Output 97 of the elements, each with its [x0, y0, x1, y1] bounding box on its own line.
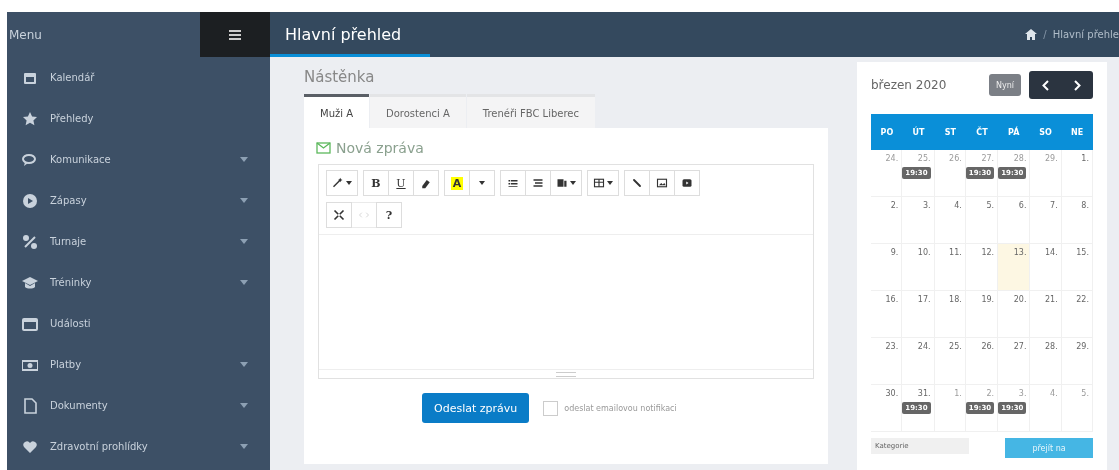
calendar-day[interactable]: 14. — [1030, 244, 1062, 291]
menu-item-icon — [22, 151, 38, 168]
toolbar-button[interactable] — [649, 170, 675, 196]
sidebar-item[interactable]: Tréninky — [7, 262, 270, 303]
notify-label: odeslat emailovou notifikaci — [564, 403, 677, 413]
sidebar-item[interactable]: Kalendář — [7, 57, 270, 98]
team-tab[interactable]: Muži A — [304, 94, 369, 128]
chevron-right-icon — [1073, 79, 1081, 91]
toolbar-button[interactable] — [550, 170, 582, 196]
ul-icon — [507, 177, 519, 189]
send-button[interactable]: Odeslat zprávu — [422, 393, 530, 423]
calendar-day[interactable]: 10. — [902, 244, 935, 291]
sidebar-item[interactable]: Platby — [7, 344, 270, 385]
weekday-label: PO — [879, 127, 895, 137]
sidebar-item[interactable]: Zdravotní prohlídky — [7, 426, 270, 467]
toolbar-button[interactable]: A — [444, 170, 470, 196]
table-icon — [593, 177, 605, 189]
team-tab[interactable]: Trenéři FBC Liberec — [466, 94, 595, 128]
calendar-day[interactable]: 8. — [1061, 197, 1093, 244]
calendar-day[interactable]: 16. — [871, 291, 903, 338]
calendar-day[interactable]: 25. — [934, 338, 966, 385]
menu-item-icon — [22, 192, 38, 209]
menu-item-icon — [22, 397, 38, 414]
calendar-day[interactable]: 29. — [1061, 338, 1093, 385]
sidebar-item[interactable]: Přehledy — [7, 98, 270, 139]
calendar-day[interactable]: 18. — [934, 291, 966, 338]
sidebar-item[interactable]: Události — [7, 303, 270, 344]
toolbar-button[interactable] — [587, 170, 619, 196]
sidebar-item[interactable]: Komunikace — [7, 139, 270, 180]
magic-icon — [332, 177, 344, 189]
weekday-label: ÚT — [911, 127, 926, 137]
calendar-day[interactable]: 5. — [965, 197, 999, 244]
fullscreen-icon — [333, 209, 345, 221]
calendar-day[interactable]: 9. — [871, 244, 903, 291]
weekday-label: SO — [1038, 127, 1053, 137]
toolbar-button[interactable]: B — [363, 170, 389, 196]
calendar-day[interactable]: 20. — [998, 291, 1031, 338]
weekday-label: ST — [943, 127, 957, 137]
breadcrumb-link[interactable]: Hlavní přehle — [1052, 29, 1119, 40]
calendar-day[interactable]: 30. — [871, 385, 903, 432]
today-button[interactable]: Nyní — [989, 74, 1021, 96]
calendar-day[interactable]: 11. — [934, 244, 966, 291]
calendar-day[interactable]: 28. — [1030, 338, 1062, 385]
ol-icon — [532, 177, 544, 189]
toolbar-button[interactable]: U — [388, 170, 414, 196]
calendar-day[interactable]: 26. — [965, 338, 999, 385]
envelope-icon — [316, 142, 331, 154]
calendar-day[interactable]: 3. — [902, 197, 935, 244]
menu-item-icon — [22, 110, 38, 127]
menu-item-icon — [22, 233, 38, 250]
month-title: březen 2020 — [871, 78, 948, 92]
menu-item-icon — [22, 438, 38, 455]
calendar-day[interactable]: 24. — [902, 338, 935, 385]
weekday-label: ČT — [975, 127, 989, 137]
calendar-day[interactable]: 13. — [998, 244, 1031, 291]
menu-item-icon — [22, 315, 38, 332]
team-tab[interactable]: Dorostenci A — [370, 94, 466, 128]
calendar-day[interactable]: 27. — [998, 338, 1031, 385]
toolbar-button[interactable] — [674, 170, 700, 196]
compose-title: Nová zpráva — [336, 140, 424, 156]
notify-checkbox[interactable] — [543, 400, 559, 416]
weekday-label: PÁ — [1007, 127, 1021, 137]
toolbar-button[interactable] — [326, 170, 358, 196]
eraser-icon — [420, 177, 432, 189]
menu-icon — [229, 29, 241, 40]
sidebar-item[interactable]: Zápasy — [7, 180, 270, 221]
calendar-day[interactable]: 22. — [1061, 291, 1093, 338]
message-editor[interactable]: B U A ? — [318, 164, 814, 379]
board-title: Nástěnka — [304, 67, 376, 88]
toolbar-button[interactable] — [413, 170, 439, 196]
page-title: Hlavní přehled — [284, 25, 403, 44]
toolbar-button[interactable] — [500, 170, 526, 196]
calendar-day[interactable]: 21. — [1030, 291, 1062, 338]
home-icon[interactable] — [1025, 29, 1038, 40]
breadcrumb-separator: / — [1043, 29, 1047, 40]
weekday-label: NE — [1070, 127, 1085, 137]
resize-handle[interactable] — [556, 371, 576, 377]
toolbar-button[interactable]: ? — [376, 202, 402, 228]
sidebar-item[interactable]: Dokumenty — [7, 385, 270, 426]
calendar-day[interactable]: 7. — [1030, 197, 1062, 244]
chevron-left-icon — [1041, 79, 1049, 91]
caret-icon — [479, 181, 485, 185]
calendar-day[interactable]: 2. — [871, 197, 903, 244]
image-icon — [656, 177, 668, 189]
toolbar-button[interactable] — [624, 170, 650, 196]
calendar-day[interactable]: 1. — [1061, 150, 1093, 197]
sidebar-item[interactable]: Turnaje — [7, 221, 270, 262]
calendar-day[interactable]: 23. — [871, 338, 903, 385]
menu-toggle-button[interactable] — [200, 12, 270, 57]
calendar-day[interactable]: 15. — [1061, 244, 1093, 291]
toolbar-button[interactable] — [525, 170, 551, 196]
calendar-day[interactable]: 4. — [934, 197, 966, 244]
calendar-day[interactable]: 17. — [902, 291, 935, 338]
video-icon — [681, 177, 693, 189]
menu-title: Menu — [8, 27, 43, 42]
menu-item-icon — [22, 274, 38, 291]
calendar-day[interactable]: 19. — [965, 291, 999, 338]
